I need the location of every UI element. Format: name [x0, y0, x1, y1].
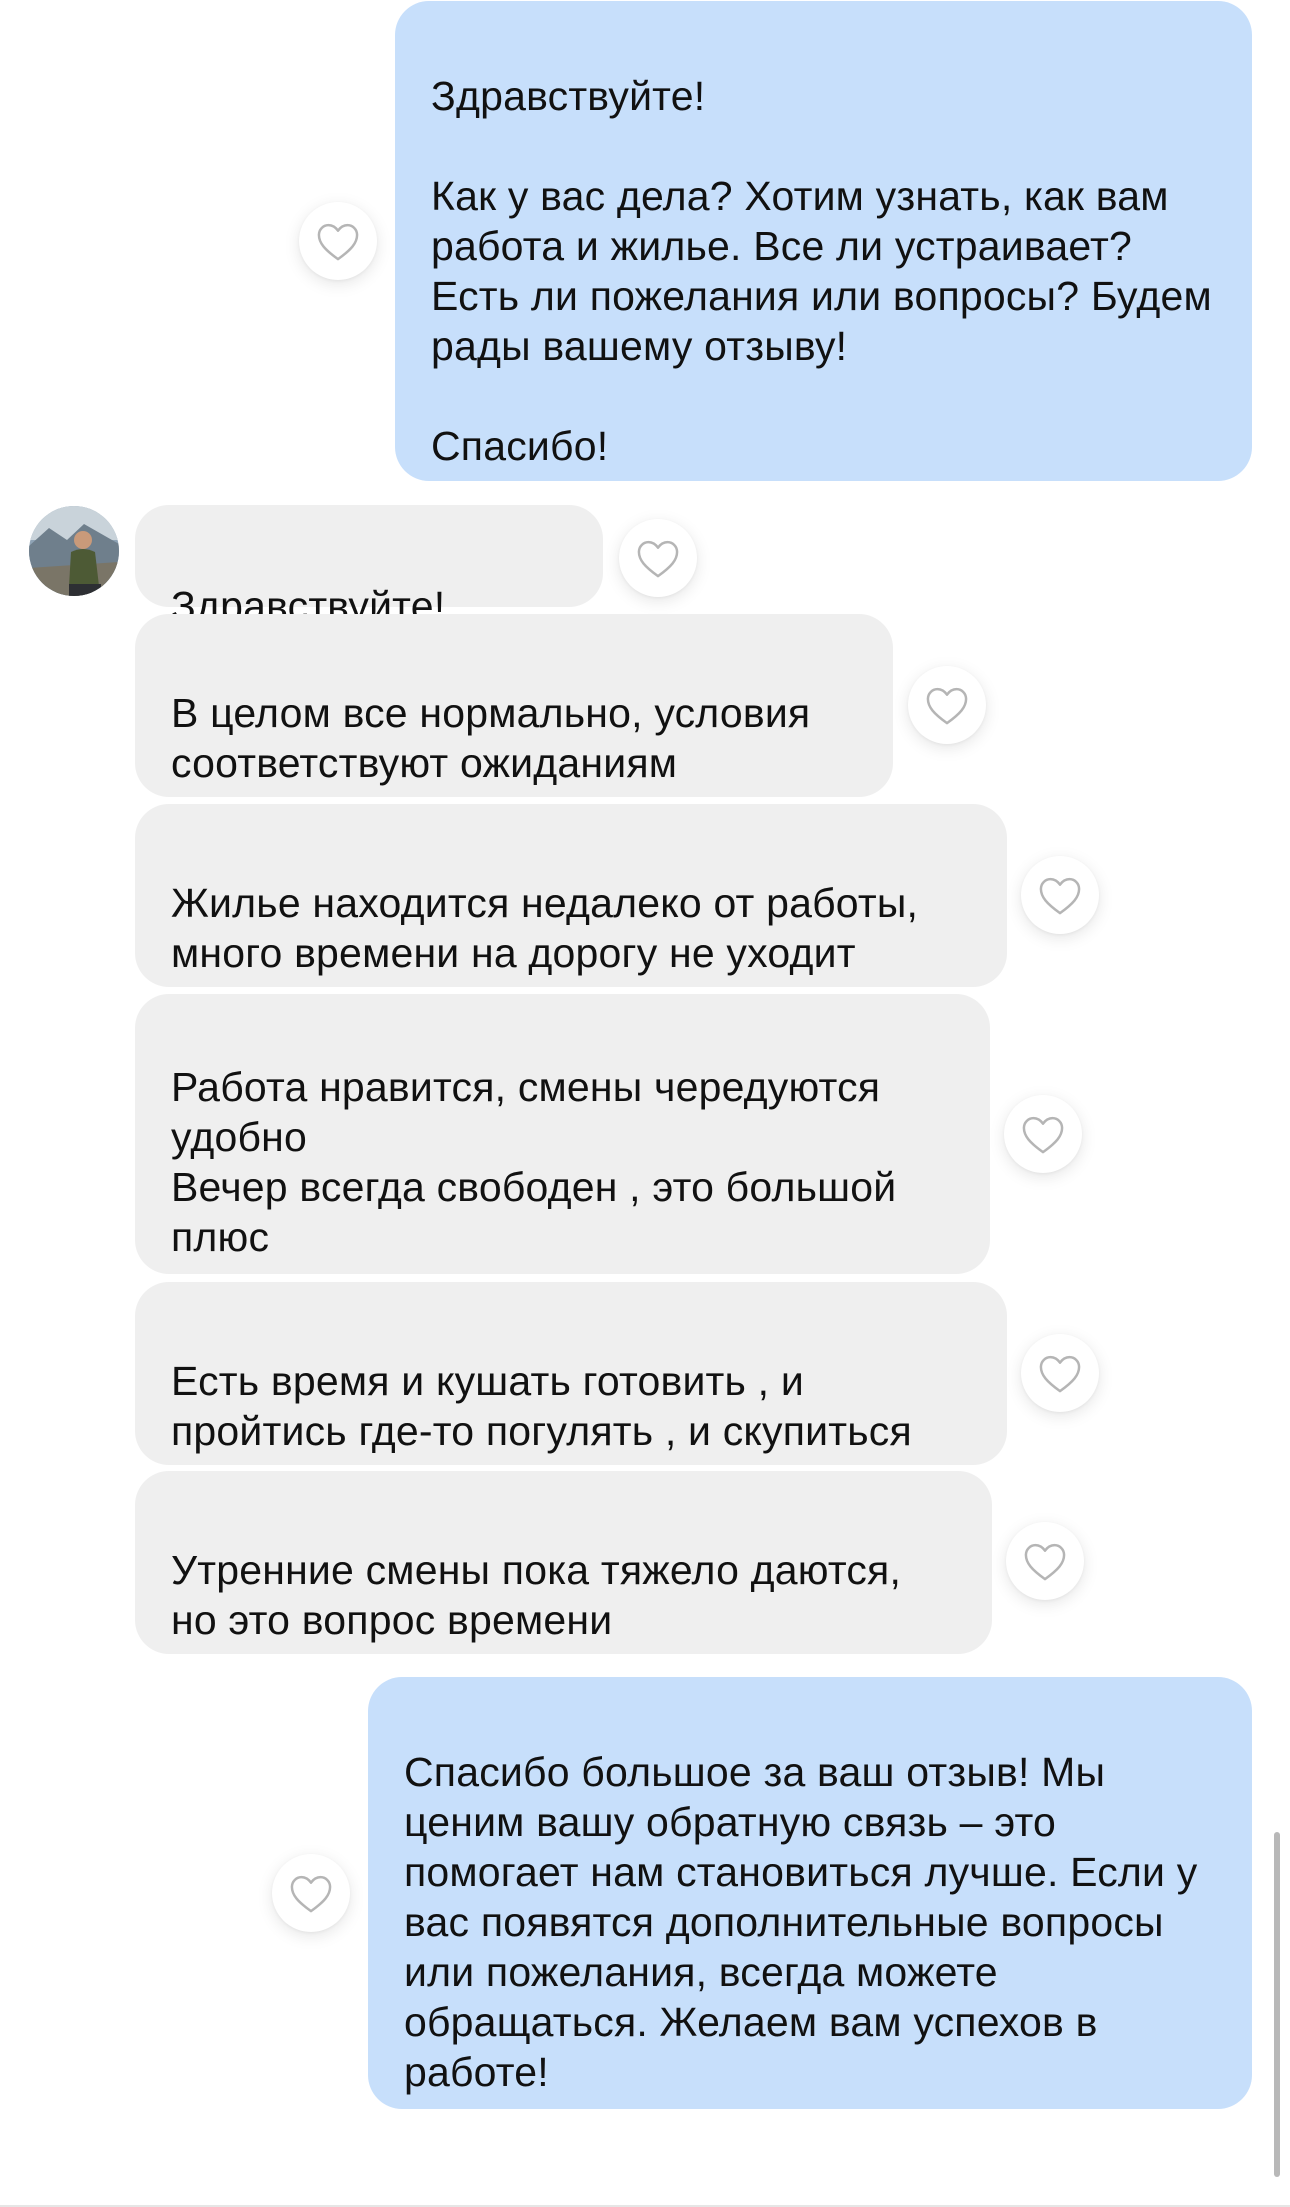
outgoing-message[interactable]: Здравствуйте! Как у вас дела? Хотим узна…: [395, 1, 1252, 481]
heart-outline-icon: [1039, 1355, 1081, 1393]
like-button[interactable]: [1006, 1522, 1084, 1600]
outgoing-message[interactable]: Спасибо большое за ваш отзыв! Мы ценим в…: [368, 1677, 1252, 2109]
like-button[interactable]: [908, 666, 986, 744]
heart-outline-icon: [317, 223, 359, 261]
incoming-message[interactable]: Есть время и кушать готовить , и пройтис…: [135, 1282, 1007, 1465]
like-button[interactable]: [1021, 856, 1099, 934]
like-button[interactable]: [299, 202, 377, 280]
incoming-message[interactable]: Утренние смены пока тяжело даются, но эт…: [135, 1471, 992, 1654]
like-button[interactable]: [619, 519, 697, 597]
incoming-message[interactable]: Работа нравится, смены чередуются удобно…: [135, 994, 990, 1274]
like-button[interactable]: [1004, 1095, 1082, 1173]
message-text: В целом все нормально, условия соответст…: [171, 690, 811, 786]
heart-outline-icon: [926, 687, 968, 725]
message-text: Работа нравится, смены чередуются удобно…: [171, 1064, 897, 1260]
message-text: Спасибо большое за ваш отзыв! Мы ценим в…: [404, 1749, 1198, 2095]
like-button[interactable]: [272, 1854, 350, 1932]
like-button[interactable]: [1021, 1334, 1099, 1412]
message-text: Жилье находится недалеко от работы, мног…: [171, 880, 919, 976]
message-text: Здравствуйте! Как у вас дела? Хотим узна…: [431, 73, 1212, 469]
message-text: Есть время и кушать готовить , и пройтис…: [171, 1358, 912, 1454]
heart-outline-icon: [290, 1875, 332, 1913]
heart-outline-icon: [1022, 1116, 1064, 1154]
incoming-message[interactable]: Здравствуйте!: [135, 505, 603, 629]
incoming-message[interactable]: Жилье находится недалеко от работы, мног…: [135, 804, 1007, 987]
scrollbar[interactable]: [1274, 1832, 1280, 2177]
user-avatar[interactable]: [29, 506, 119, 596]
incoming-message[interactable]: В целом все нормально, условия соответст…: [135, 614, 893, 797]
message-text: Утренние смены пока тяжело даются, но эт…: [171, 1547, 902, 1643]
heart-outline-icon: [1039, 877, 1081, 915]
heart-outline-icon: [637, 540, 679, 578]
heart-outline-icon: [1024, 1543, 1066, 1581]
